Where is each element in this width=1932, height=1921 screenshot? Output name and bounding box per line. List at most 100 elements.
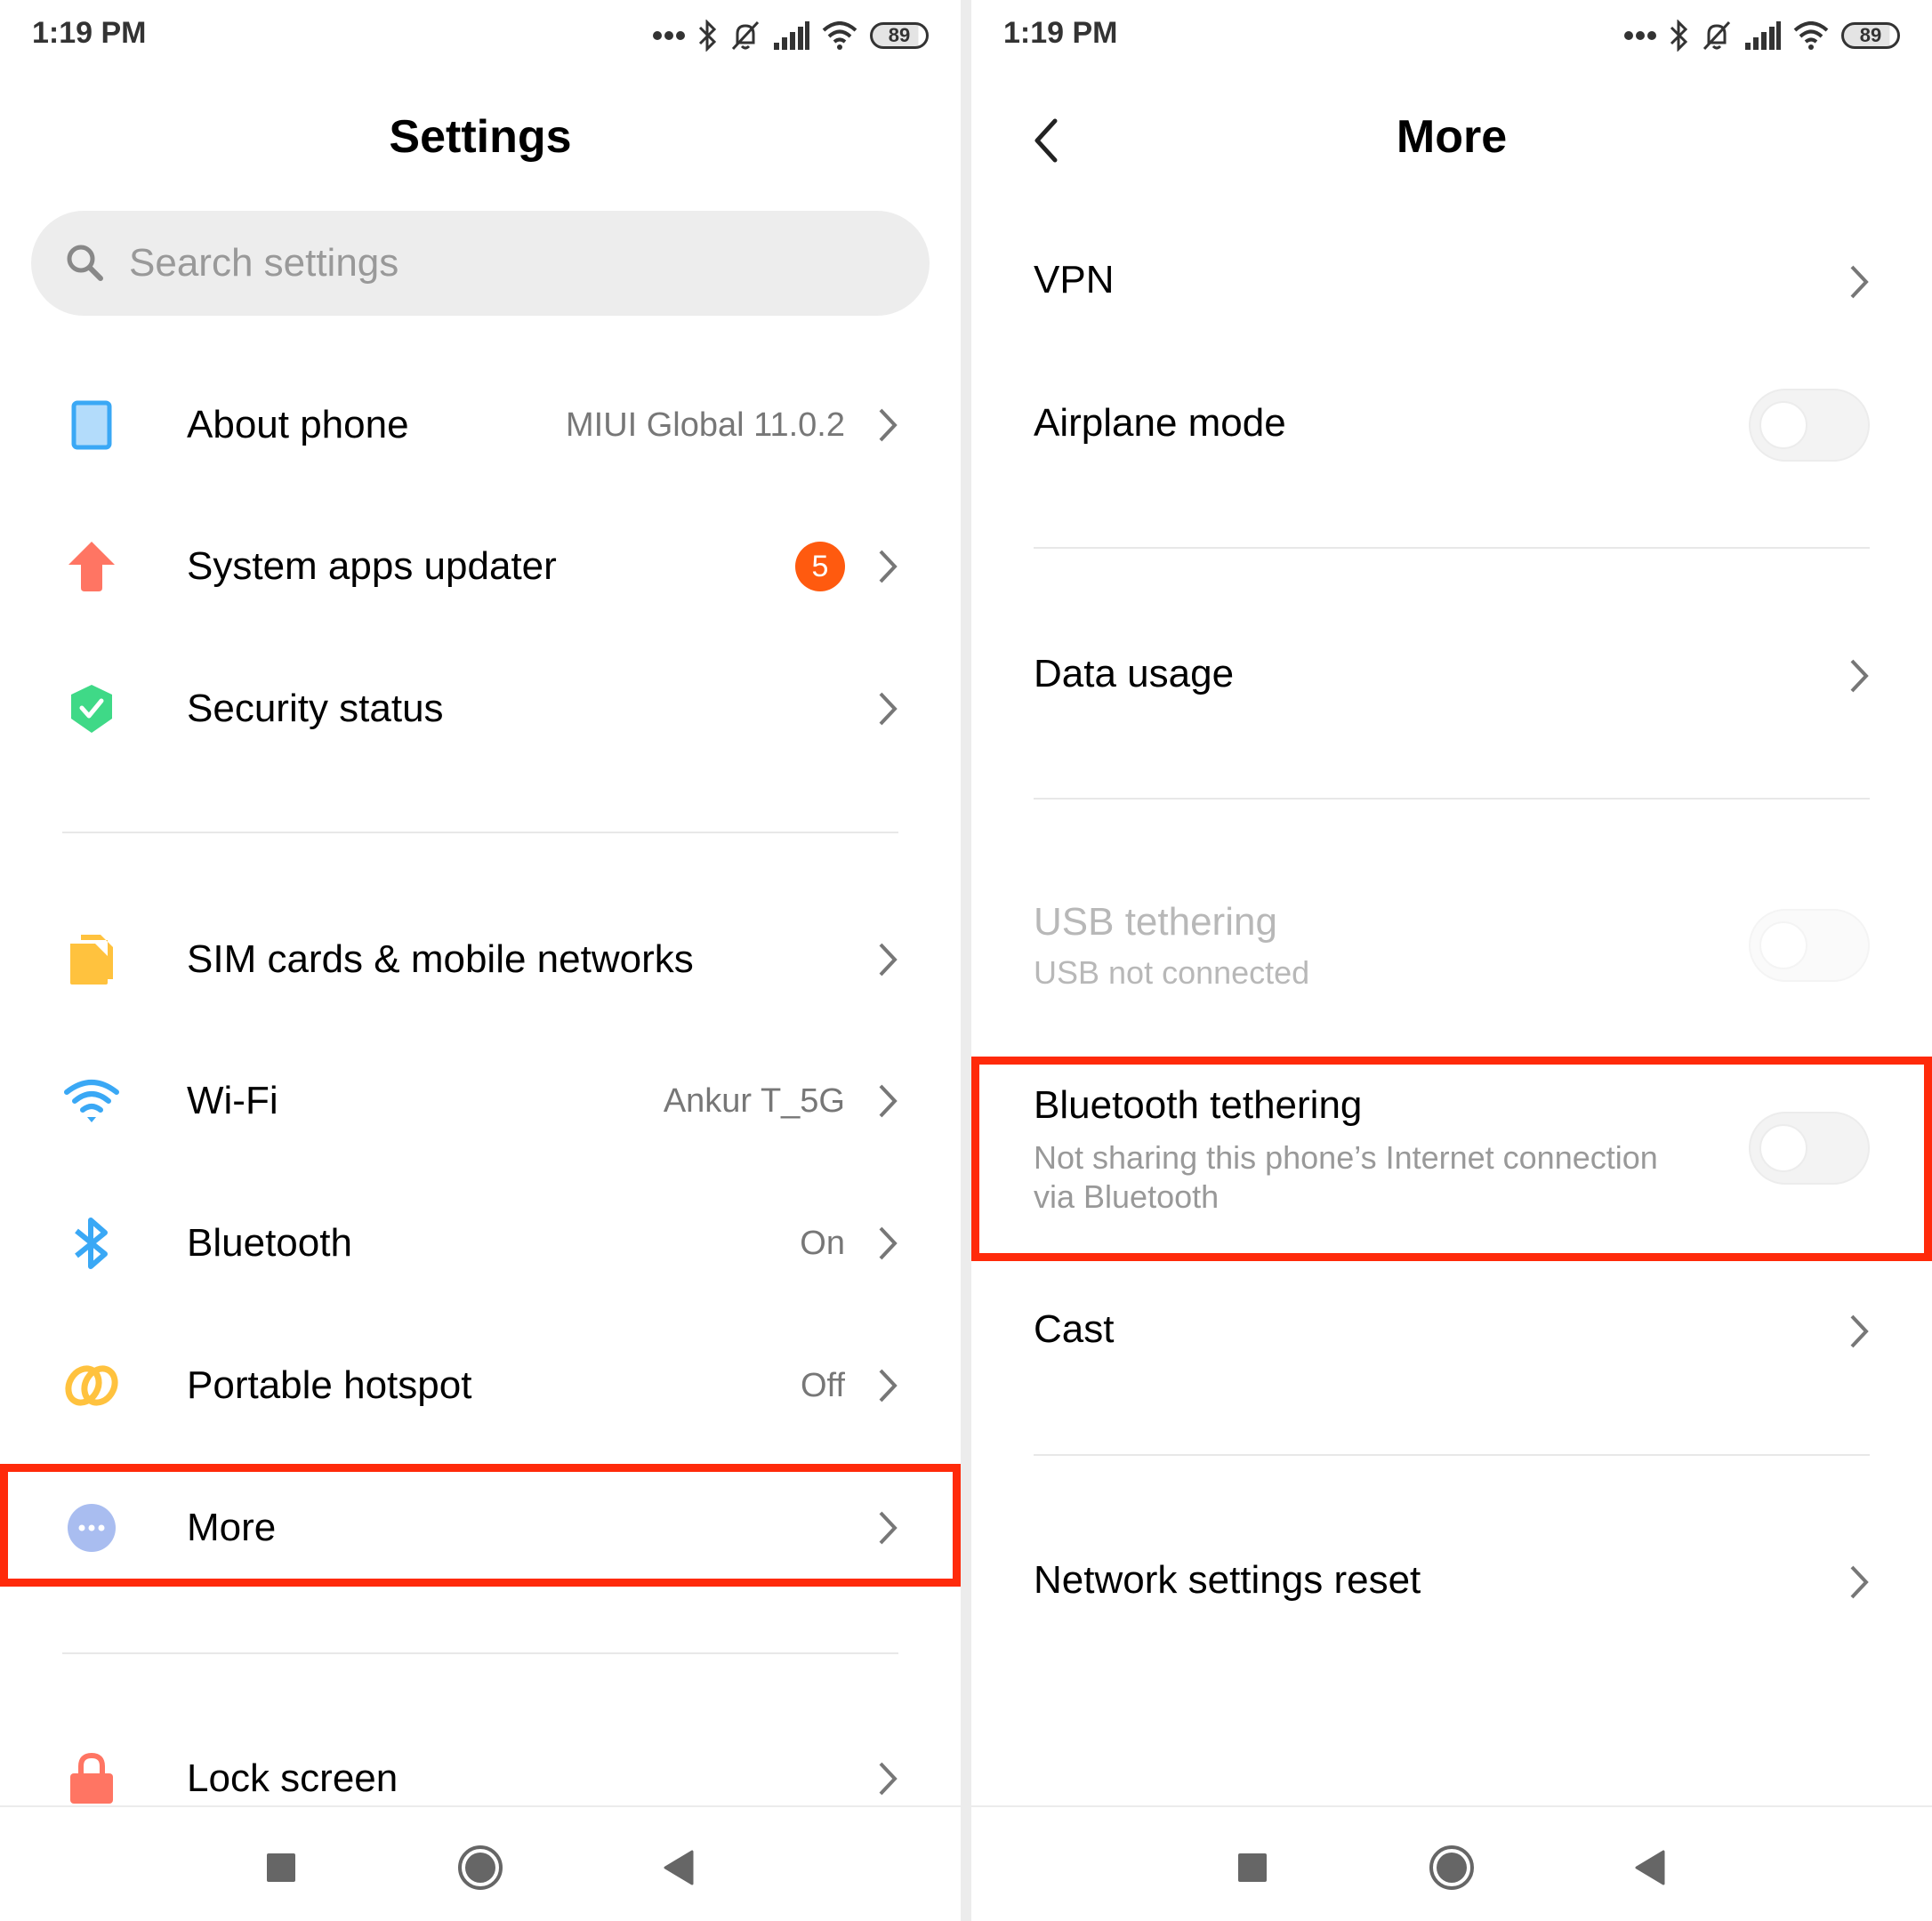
shield-check-icon [59, 676, 125, 742]
settings-item-portable-hotspot[interactable]: Portable hotspot Off [0, 1328, 961, 1443]
chevron-right-icon [879, 692, 898, 726]
chevron-right-icon [879, 1511, 898, 1545]
bluetooth-status-icon [1670, 20, 1688, 52]
update-count-badge: 5 [795, 542, 845, 591]
more-item-usb-tethering[interactable]: USB tethering USB not connected [971, 889, 1932, 1014]
back-nav-button[interactable] [651, 1843, 704, 1893]
settings-item-about-phone[interactable]: About phone MIUI Global 11.0.2 [0, 367, 961, 483]
item-label: Bluetooth [187, 1221, 352, 1265]
sim-card-icon [59, 927, 125, 993]
item-label: Data usage [1034, 652, 1235, 695]
item-subtitle: Not sharing this phone’s Internet connec… [1034, 1139, 1658, 1176]
more-dots-icon [59, 1495, 125, 1561]
wifi-status-icon [822, 21, 857, 50]
silent-bell-icon [731, 20, 760, 51]
settings-item-more[interactable]: More [0, 1470, 961, 1586]
item-label: Wi-Fi [187, 1079, 278, 1122]
section-divider [1034, 798, 1870, 800]
more-item-data-usage[interactable]: Data usage [971, 618, 1932, 734]
square-icon [267, 1853, 295, 1882]
item-label: System apps updater [187, 544, 557, 588]
chevron-right-icon [879, 1084, 898, 1118]
airplane-mode-toggle[interactable] [1749, 389, 1870, 462]
chevron-right-icon [879, 550, 898, 583]
battery-icon: 89 [870, 22, 929, 49]
more-item-network-settings-reset[interactable]: Network settings reset [971, 1524, 1932, 1640]
more-item-vpn[interactable]: VPN [971, 224, 1932, 340]
wifi-status-icon [1793, 21, 1829, 50]
circle-icon [1429, 1845, 1474, 1890]
item-label: About phone [187, 403, 409, 446]
item-subtitle: USB not connected [1034, 954, 1310, 991]
phone-icon [59, 392, 125, 458]
bluetooth-status-icon [698, 20, 717, 52]
item-label: Security status [187, 687, 444, 730]
item-label: Bluetooth tethering [1034, 1083, 1363, 1127]
search-bar[interactable] [31, 211, 930, 316]
bluetooth-icon [59, 1210, 125, 1276]
back-nav-button[interactable] [1622, 1843, 1676, 1893]
home-button[interactable] [454, 1843, 507, 1893]
settings-item-bluetooth[interactable]: Bluetooth On [0, 1186, 961, 1301]
toggle-knob [1759, 921, 1807, 969]
item-label: Airplane mode [1034, 401, 1286, 445]
more-notifications-icon [653, 31, 685, 40]
page-title: More [1396, 111, 1508, 163]
status-icons: 89 [653, 16, 929, 55]
toggle-knob [1759, 401, 1807, 449]
home-button[interactable] [1425, 1843, 1478, 1893]
item-value: On [800, 1224, 845, 1262]
circle-icon [458, 1845, 503, 1890]
usb-tethering-toggle[interactable] [1749, 909, 1870, 982]
chevron-right-icon [1850, 1314, 1869, 1348]
recents-button[interactable] [254, 1843, 308, 1893]
item-value: Off [801, 1366, 845, 1404]
navigation-bar [971, 1805, 1932, 1921]
page-title: Settings [389, 111, 572, 163]
bluetooth-tethering-toggle[interactable] [1749, 1112, 1870, 1185]
settings-item-wifi[interactable]: Wi-Fi Ankur T_5G [0, 1043, 961, 1159]
section-divider [62, 832, 898, 833]
search-icon [67, 245, 103, 281]
item-label: Network settings reset [1034, 1558, 1421, 1602]
silent-bell-icon [1703, 20, 1731, 51]
item-label: Lock screen [187, 1756, 398, 1800]
settings-item-sim-cards[interactable]: SIM cards & mobile networks [0, 902, 961, 1017]
settings-item-system-apps-updater[interactable]: System apps updater 5 [0, 509, 961, 624]
item-label: More [187, 1506, 277, 1549]
status-time: 1:19 PM [32, 16, 147, 50]
more-notifications-icon [1624, 31, 1656, 40]
hotspot-icon [59, 1353, 125, 1419]
lock-icon [59, 1746, 125, 1812]
chevron-right-icon [879, 408, 898, 442]
signal-icon [1745, 21, 1781, 50]
item-label: Cast [1034, 1307, 1115, 1351]
more-item-bluetooth-tethering[interactable]: Bluetooth tethering Not sharing this pho… [971, 1067, 1932, 1254]
search-input[interactable] [129, 241, 841, 285]
signal-icon [774, 21, 809, 50]
chevron-right-icon [1850, 1565, 1869, 1599]
status-bar: 1:19 PM 89 [971, 0, 1932, 71]
triangle-back-icon [664, 1850, 694, 1885]
chevron-right-icon [1850, 265, 1869, 299]
section-divider [1034, 547, 1870, 549]
section-divider [62, 1652, 898, 1654]
navigation-bar [0, 1805, 961, 1921]
chevron-right-icon [1850, 659, 1869, 693]
more-item-airplane-mode[interactable]: Airplane mode [971, 367, 1932, 483]
more-item-cast[interactable]: Cast [971, 1274, 1932, 1389]
recents-button[interactable] [1226, 1843, 1279, 1893]
status-icons: 89 [1624, 16, 1900, 55]
settings-item-security-status[interactable]: Security status [0, 651, 961, 767]
item-label: VPN [1034, 258, 1115, 301]
square-icon [1238, 1853, 1267, 1882]
triangle-back-icon [1635, 1850, 1665, 1885]
status-bar: 1:19 PM 89 [0, 0, 961, 71]
chevron-right-icon [879, 943, 898, 977]
section-divider [1034, 1454, 1870, 1456]
chevron-right-icon [879, 1762, 898, 1796]
chevron-right-icon [879, 1369, 898, 1403]
item-label: Portable hotspot [187, 1363, 472, 1407]
status-time: 1:19 PM [1003, 16, 1118, 50]
item-label: USB tethering [1034, 900, 1277, 944]
